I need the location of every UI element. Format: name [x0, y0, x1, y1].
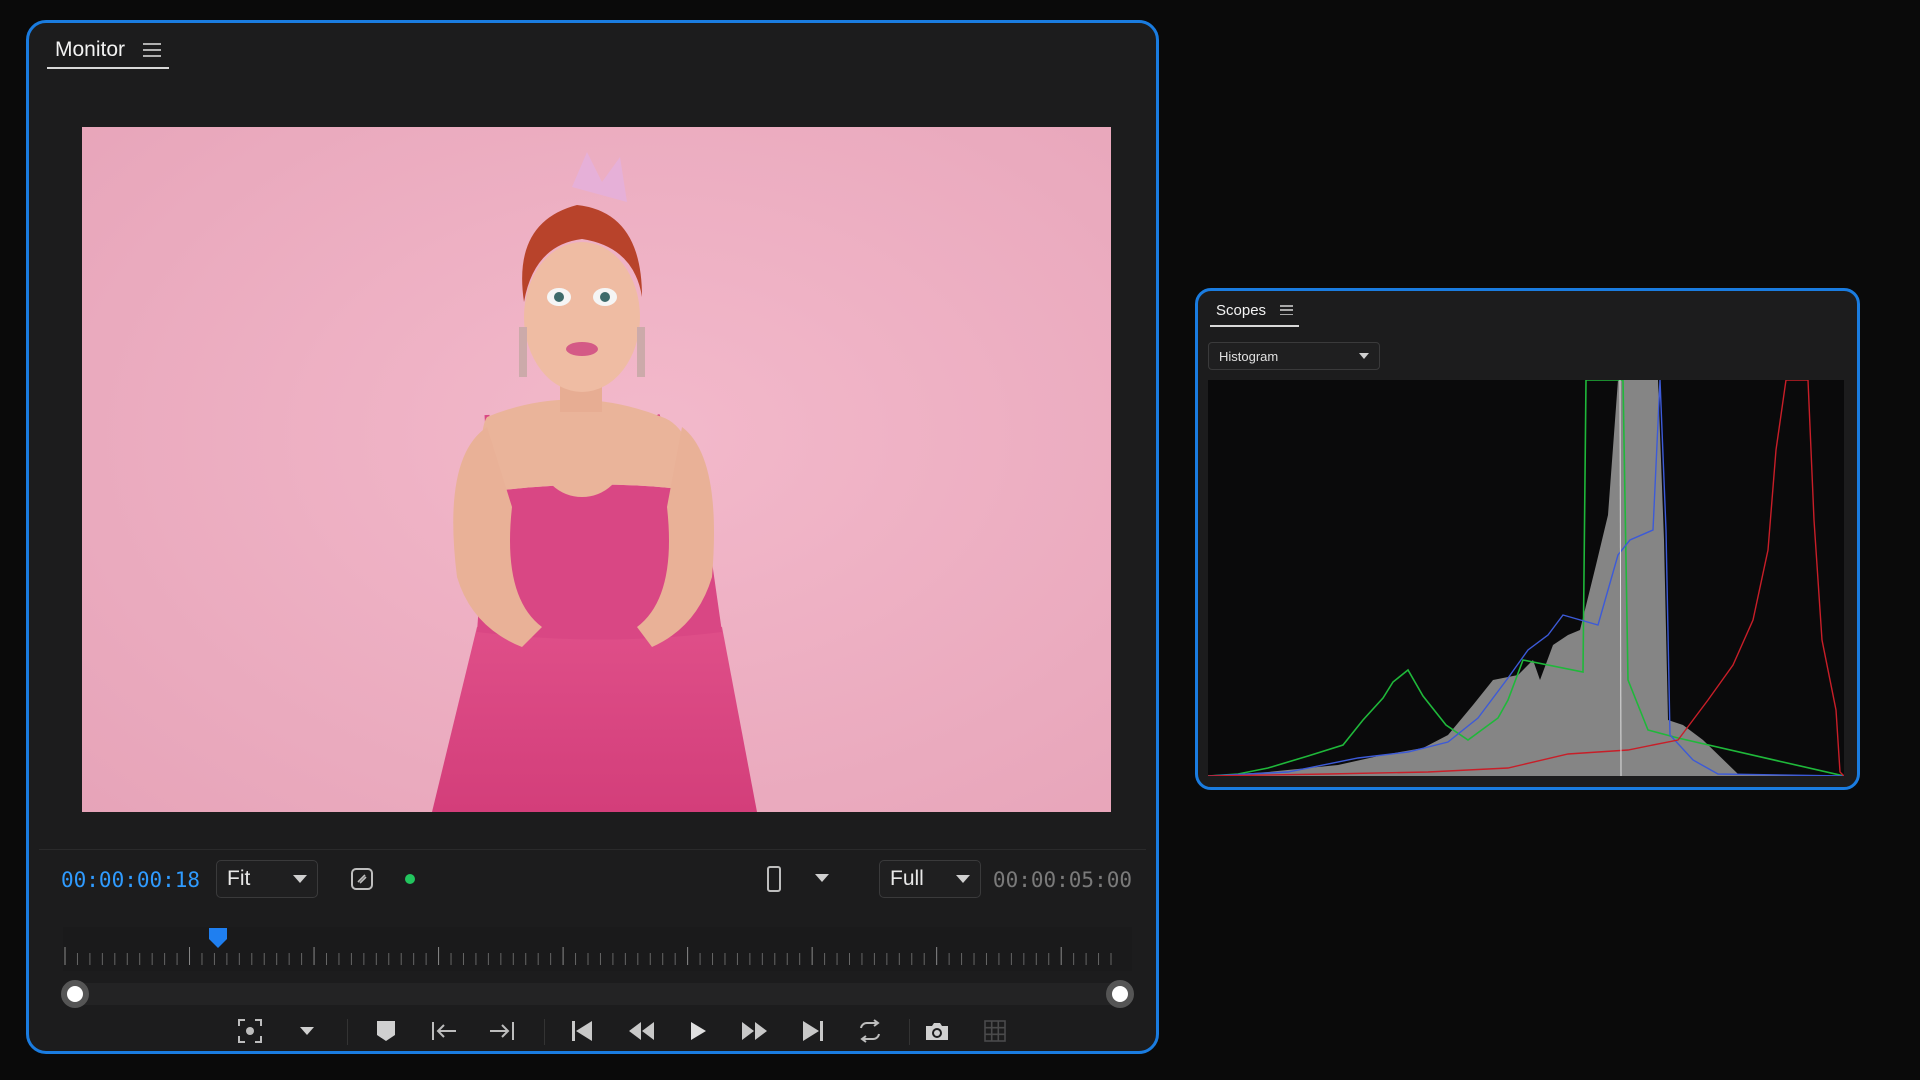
- hamburger-menu-icon[interactable]: [1280, 305, 1294, 315]
- monitor-toolbar: 00:00:00:18 Fit Full 00:00:05:00: [39, 849, 1146, 898]
- rewind-icon[interactable]: [625, 1015, 657, 1047]
- video-frame-image: [82, 127, 1111, 812]
- device-chevron-down-icon[interactable]: [815, 874, 829, 882]
- chevron-down-icon: [1359, 353, 1369, 359]
- grid-icon[interactable]: [979, 1015, 1011, 1047]
- monitor-tab-label: Monitor: [55, 38, 126, 61]
- current-timecode[interactable]: 00:00:00:18: [61, 868, 200, 892]
- histogram-graph: [1208, 380, 1844, 776]
- playhead-handle[interactable]: [208, 927, 228, 949]
- zoom-select[interactable]: Fit: [216, 860, 318, 898]
- histogram-luma: [1208, 380, 1844, 776]
- transport-controls: [39, 1009, 1146, 1051]
- camera-icon[interactable]: [921, 1015, 953, 1047]
- scopes-panel: Scopes Histogram: [1195, 288, 1860, 790]
- mobile-device-icon[interactable]: [763, 864, 785, 894]
- quality-select-value: Full: [890, 867, 924, 890]
- chevron-down-icon: [956, 875, 970, 883]
- monitor-tab[interactable]: Monitor: [47, 33, 170, 69]
- zoom-select-value: Fit: [227, 867, 251, 890]
- monitor-controls: 00:00:00:18 Fit Full 00:00:05:00: [39, 849, 1146, 1051]
- hamburger-menu-icon[interactable]: [143, 43, 162, 57]
- duration-timecode: 00:00:05:00: [992, 868, 1132, 892]
- marker-icon[interactable]: [370, 1015, 402, 1047]
- scopes-tab[interactable]: Scopes: [1210, 295, 1300, 327]
- step-back-icon[interactable]: [567, 1015, 599, 1047]
- safe-margins-icon[interactable]: [349, 866, 375, 892]
- mark-out-icon[interactable]: [486, 1015, 518, 1047]
- mark-in-icon[interactable]: [428, 1015, 460, 1047]
- scopes-tab-label: Scopes: [1216, 301, 1267, 319]
- scope-type-select[interactable]: Histogram: [1208, 342, 1380, 370]
- fast-forward-icon[interactable]: [739, 1015, 771, 1047]
- chevron-down-icon: [293, 875, 307, 883]
- quality-select[interactable]: Full: [879, 860, 981, 898]
- play-icon[interactable]: [682, 1015, 714, 1047]
- histogram-display: [1208, 380, 1844, 776]
- green-status-dot: [405, 874, 415, 884]
- chevron-down-icon[interactable]: [291, 1015, 323, 1047]
- scrollbar-handle-right[interactable]: [1106, 980, 1134, 1008]
- step-forward-icon[interactable]: [796, 1015, 828, 1047]
- fullscreen-focus-icon[interactable]: [234, 1015, 266, 1047]
- loop-icon[interactable]: [854, 1015, 886, 1047]
- time-ruler[interactable]: [63, 927, 1132, 971]
- zoom-scrollbar[interactable]: [61, 980, 1134, 1008]
- program-viewer: [82, 127, 1111, 812]
- monitor-tabbar: Monitor: [29, 23, 1156, 71]
- scope-type-value: Histogram: [1219, 348, 1279, 364]
- scrollbar-handle-left[interactable]: [61, 980, 89, 1008]
- monitor-panel: Monitor 00:00:00:18 Fit Full 00:00:05:00: [26, 20, 1159, 1054]
